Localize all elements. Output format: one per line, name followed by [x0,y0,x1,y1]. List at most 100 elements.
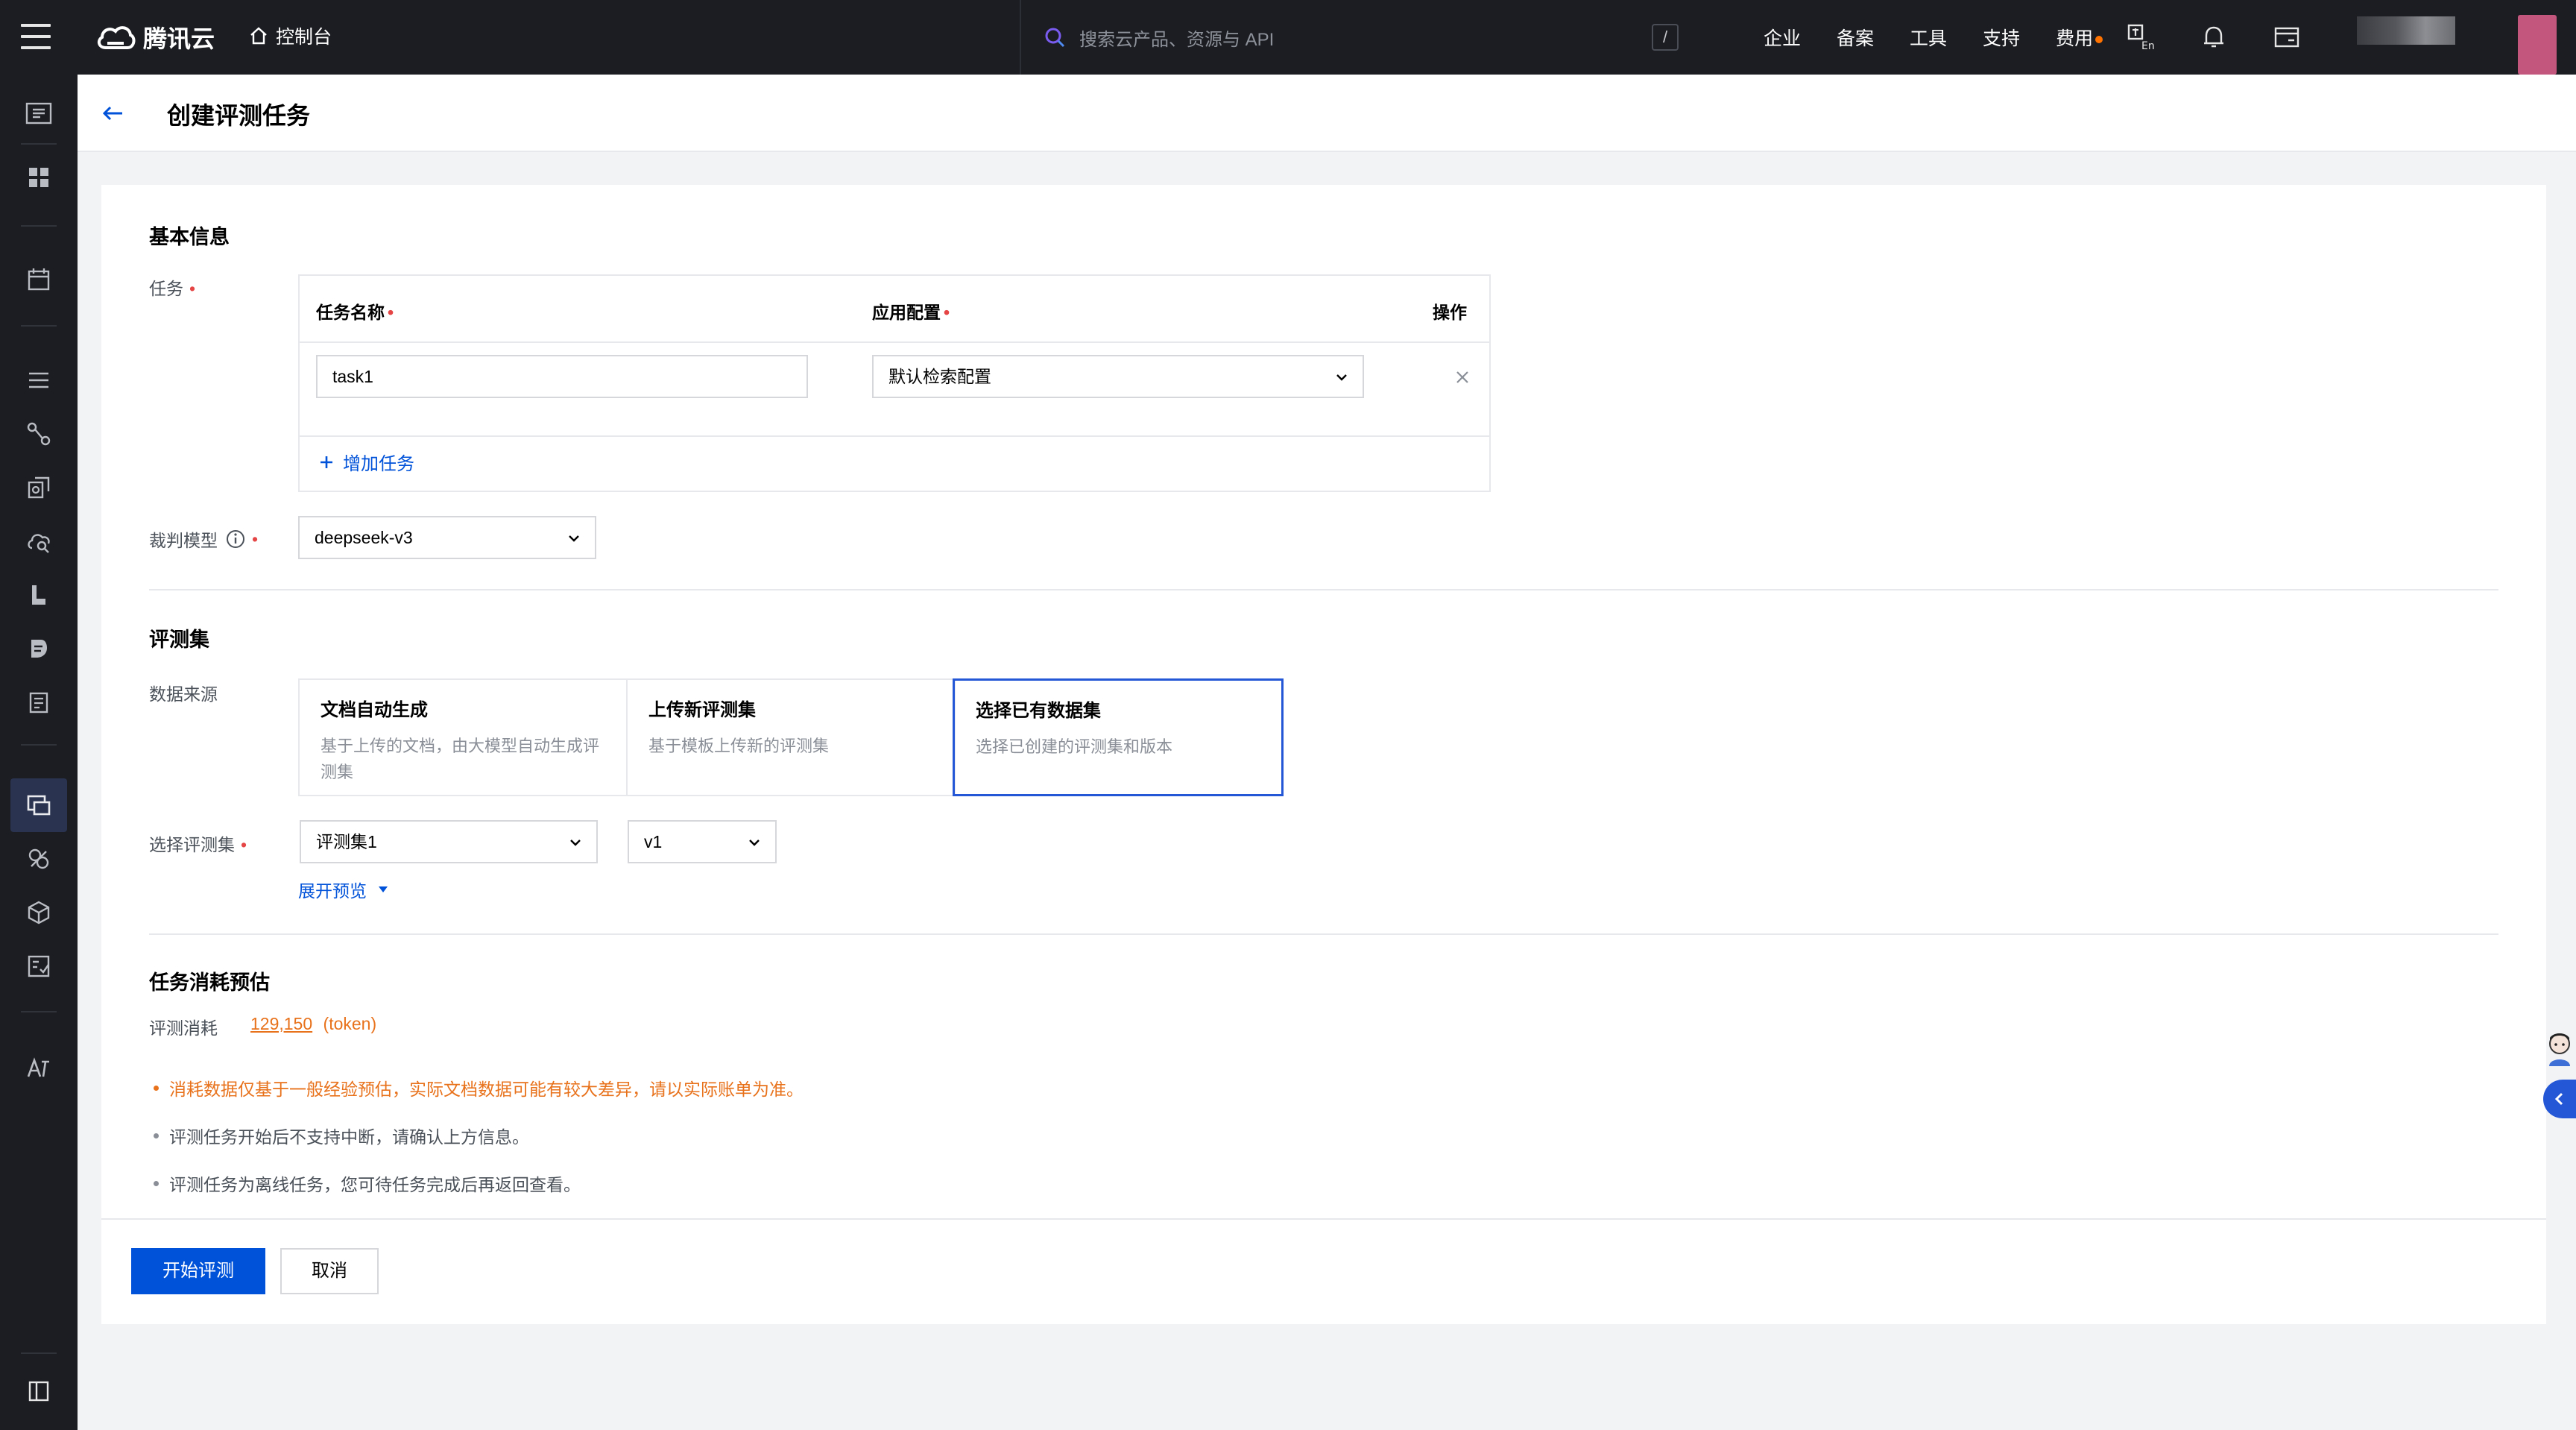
console-link[interactable]: 控制台 [249,22,332,49]
note-text: 评测任务开始后不支持中断，请确认上方信息。 [169,1127,529,1147]
add-task-button[interactable]: 增加任务 [319,449,414,475]
menu-icon[interactable] [21,24,51,49]
nav-support[interactable]: 支持 [1983,24,2020,51]
cloud-logo-icon [97,26,136,49]
delete-task-icon[interactable] [1453,368,1471,386]
section-title-basic-info: 基本信息 [149,226,230,248]
ai-text-icon[interactable] [22,1051,55,1084]
task-label: 任务 • [149,274,195,300]
page-header: 创建评测任务 [78,75,2576,152]
avatar[interactable] [2518,15,2557,75]
grid-icon[interactable] [22,161,55,194]
token-estimate-value: 129,150 [250,1014,313,1033]
search-shortcut-hint: / [1652,24,1679,51]
chevron-down-icon [570,840,581,846]
token-estimate: 129,150 (token) [250,1014,376,1034]
back-arrow-icon[interactable] [100,100,127,127]
nav-tools[interactable]: 工具 [1910,24,1947,51]
global-search[interactable]: 搜索云产品、资源与 API / [1020,0,1710,75]
source-option-title: 上传新评测集 [648,700,756,720]
app-config-select[interactable]: 默认检索配置 [872,355,1364,398]
bullet-dot [154,1085,159,1091]
judge-model-value: deepseek-v3 [315,528,413,547]
rail-divider [21,225,57,227]
evaluate-icon[interactable] [10,778,67,832]
eval-set-value: 评测集1 [316,832,377,851]
ticket-icon[interactable] [2272,22,2302,52]
required-mark: • [241,835,247,854]
required-mark: • [189,279,196,298]
plugin-icon[interactable] [22,842,55,875]
rail-divider [21,1011,57,1012]
info-icon[interactable] [225,529,246,549]
list-item: 评测任务为离线任务，您可待任务完成后再返回查看。 [149,1171,804,1196]
task-name-input[interactable]: task1 [316,355,808,398]
list-icon[interactable] [22,364,55,397]
book-icon[interactable] [22,686,55,719]
home-icon [250,27,267,45]
task-table-header: 任务名称 • 应用配置 • 操作 [300,276,1489,343]
eval-version-value: v1 [644,832,663,851]
create-task-form: 基本信息 任务 • 任务名称 • 应用配置 • 操作 task1 默认检索配置 增加任… [101,185,2546,1324]
nav-billing-label: 费用 [2056,28,2094,49]
file-icon[interactable] [22,632,55,665]
eval-set-select[interactable]: 评测集1 [300,820,598,863]
judge-model-label: 裁判模型 • [149,526,258,552]
column-task-name-text: 任务名称 [316,303,385,322]
chevron-down-icon [569,535,579,542]
sync-icon[interactable] [22,471,55,504]
overview-icon[interactable] [22,97,55,130]
bullet-dot [154,1133,159,1138]
document-icon[interactable] [22,579,55,611]
chevron-down-icon [1336,374,1347,381]
rail-divider [21,744,57,746]
judge-model-select[interactable]: deepseek-v3 [298,516,596,559]
page-title: 创建评测任务 [167,102,311,129]
cancel-button[interactable]: 取消 [280,1248,379,1294]
collapse-panel-button[interactable] [2543,1080,2576,1118]
required-mark: • [388,303,394,322]
nav-enterprise[interactable]: 企业 [1764,24,1801,51]
translate-icon[interactable]: En [2126,22,2156,52]
plus-icon [321,456,332,468]
assistant-avatar-icon[interactable] [2543,1029,2573,1069]
add-task-label: 增加任务 [343,454,414,474]
footer-divider [101,1218,2546,1220]
section-divider [149,933,2498,935]
bell-icon[interactable] [2199,22,2229,52]
checklist-icon[interactable] [22,950,55,983]
tencent-cloud-logo[interactable]: 腾讯云 [95,18,215,57]
calendar-icon[interactable] [22,262,55,295]
expand-preview-label: 展开预览 [298,881,367,901]
source-option-existing[interactable]: 选择已有数据集 选择已创建的评测集和版本 [953,678,1284,796]
console-label: 控制台 [276,27,332,48]
source-option-upload-new[interactable]: 上传新评测集 基于模板上传新的评测集 [626,678,956,796]
rail-divider [21,143,57,145]
panel-toggle-icon[interactable] [22,1375,55,1408]
chevron-left-icon [2554,1092,2563,1106]
estimate-notes: 消耗数据仅基于一般经验预估，实际文档数据可能有较大差异，请以实际账单为准。 评测… [149,1075,804,1218]
nav-billing[interactable]: 费用 [2056,24,2103,51]
source-option-title: 文档自动生成 [321,700,428,720]
eval-version-select[interactable]: v1 [628,820,777,863]
start-eval-button[interactable]: 开始评测 [131,1248,265,1294]
column-task-name: 任务名称 • [316,298,394,324]
svg-text:En: En [2141,40,2155,52]
cube-icon[interactable] [22,896,55,929]
flow-icon[interactable] [22,418,55,450]
user-account-blurred[interactable] [2357,16,2455,45]
section-title-eval-set: 评测集 [149,629,209,651]
top-navigation-bar: 腾讯云 控制台 搜索云产品、资源与 API / 企业 备案 工具 支持 费用 E… [0,0,2576,75]
search-icon [1045,28,1065,48]
nav-filing[interactable]: 备案 [1837,24,1874,51]
select-eval-set-label: 选择评测集 • [149,831,247,856]
bullet-dot [154,1180,159,1186]
task-table: 任务名称 • 应用配置 • 操作 task1 默认检索配置 增加任务 [298,274,1491,492]
expand-preview-link[interactable]: 展开预览 [298,877,389,902]
cloud-search-icon[interactable] [22,525,55,558]
task-label-text: 任务 [149,279,183,298]
source-option-auto-generate[interactable]: 文档自动生成 基于上传的文档，由大模型自动生成评测集 [298,678,628,796]
select-eval-set-label-text: 选择评测集 [149,835,235,854]
source-option-desc: 选择已创建的评测集和版本 [976,737,1173,756]
search-placeholder: 搜索云产品、资源与 API [1079,29,1275,50]
